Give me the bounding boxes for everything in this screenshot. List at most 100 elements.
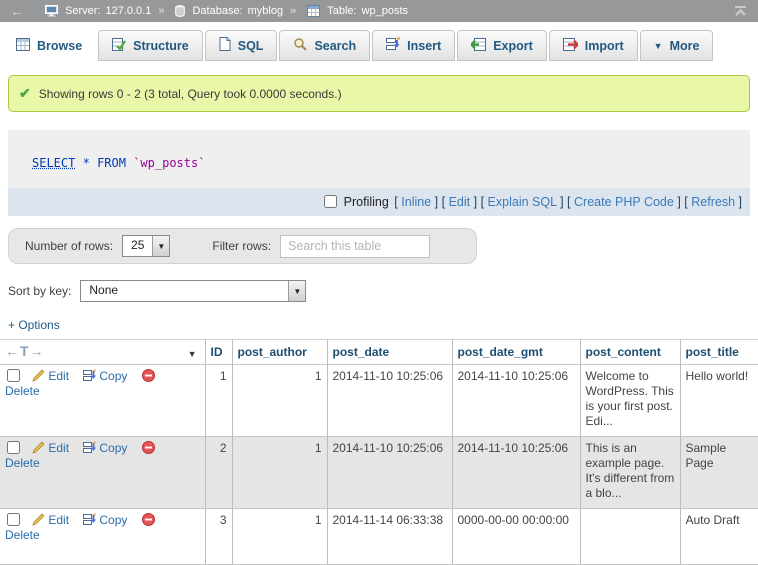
copy-row-link[interactable]: Copy	[83, 513, 127, 527]
table-row: Edit Copy Delete 2 1 2014-11-10 10:25:06…	[0, 437, 758, 509]
cell-post-title: Hello world!	[680, 365, 758, 437]
bracket: ]	[739, 195, 742, 209]
bracket: ]	[677, 195, 680, 209]
actions-header-cell: ←T→ ▼	[0, 340, 205, 365]
tab-more[interactable]: ▼ More	[640, 30, 714, 61]
number-of-rows-select[interactable]: 25 ▼	[122, 235, 170, 257]
table-row: Edit Copy Delete 1 1 2014-11-10 10:25:06…	[0, 365, 758, 437]
sort-by-key-row: Sort by key: None ▼	[8, 280, 758, 302]
edit-row-link[interactable]: Edit	[32, 441, 69, 455]
profiling-checkbox[interactable]	[324, 195, 337, 208]
number-of-rows-label: Number of rows:	[25, 239, 113, 253]
cell-post-title: Sample Page	[680, 437, 758, 509]
database-icon	[175, 5, 185, 17]
row-actions-cell: Edit Copy Delete	[0, 509, 205, 565]
copy-icon	[83, 369, 96, 382]
edit-row-link[interactable]: Edit	[32, 513, 69, 527]
chevron-down-icon: ▼	[654, 41, 663, 51]
cell-post-title: Auto Draft	[680, 509, 758, 565]
inline-link[interactable]: Inline	[401, 195, 431, 209]
filter-rows-label: Filter rows:	[212, 239, 271, 253]
cell-post-date-gmt: 2014-11-10 10:25:06	[452, 437, 580, 509]
tab-search[interactable]: Search	[279, 30, 370, 61]
copy-row-link[interactable]: Copy	[83, 369, 127, 383]
breadcrumb-database-value[interactable]: myblog	[248, 5, 283, 17]
row-checkbox[interactable]	[7, 441, 20, 454]
delete-row-link[interactable]: Delete	[5, 441, 158, 470]
column-header-post-content[interactable]: post_content	[580, 340, 680, 365]
cell-post-date-gmt: 0000-00-00 00:00:00	[452, 509, 580, 565]
cell-post-author: 1	[232, 437, 327, 509]
breadcrumb-server-label: Server:	[65, 5, 100, 17]
success-message-text: Showing rows 0 - 2 (3 total, Query took …	[39, 87, 342, 101]
success-check-icon: ✔	[19, 85, 31, 102]
delete-icon	[142, 369, 155, 382]
column-options-dropdown-icon[interactable]: ▼	[188, 347, 197, 362]
cell-post-date: 2014-11-10 10:25:06	[327, 437, 452, 509]
edit-query-link[interactable]: Edit	[449, 195, 471, 209]
create-php-code-link[interactable]: Create PHP Code	[574, 195, 674, 209]
breadcrumb-table-value[interactable]: wp_posts	[362, 5, 408, 17]
cell-post-content: This is an example page. It's different …	[580, 437, 680, 509]
column-header-id[interactable]: ID	[205, 340, 232, 365]
tab-import-label: Import	[585, 39, 624, 53]
sql-keyword-select[interactable]: SELECT	[32, 156, 75, 170]
sql-table-ref-text: `wp_posts`	[133, 156, 205, 170]
sort-by-key-select[interactable]: None ▼	[80, 280, 306, 302]
breadcrumb-separator: »	[158, 5, 164, 17]
cell-post-date: 2014-11-14 06:33:38	[327, 509, 452, 565]
copy-row-link[interactable]: Copy	[83, 441, 127, 455]
delete-row-link[interactable]: Delete	[5, 513, 158, 542]
export-icon	[471, 38, 486, 54]
breadcrumb-database-label: Database:	[192, 5, 242, 17]
column-header-post-title[interactable]: post_title	[680, 340, 758, 365]
edit-row-link[interactable]: Edit	[32, 369, 69, 383]
success-message: ✔ Showing rows 0 - 2 (3 total, Query too…	[8, 75, 750, 112]
bracket: [	[481, 195, 484, 209]
edit-pencil-icon	[32, 369, 45, 382]
search-icon	[293, 37, 307, 54]
bracket: ]	[560, 195, 563, 209]
cell-post-content: Welcome to WordPress. This is your first…	[580, 365, 680, 437]
explain-sql-link[interactable]: Explain SQL	[488, 195, 557, 209]
tab-insert-label: Insert	[407, 39, 441, 53]
sql-icon	[219, 37, 231, 54]
tab-export[interactable]: Export	[457, 30, 547, 61]
cell-post-author: 1	[232, 509, 327, 565]
insert-icon	[386, 37, 400, 54]
tab-structure-label: Structure	[133, 39, 189, 53]
query-actions-strip: Profiling [ Inline ] [ Edit ] [ Explain …	[8, 188, 750, 216]
tab-import[interactable]: Import	[549, 30, 638, 61]
row-checkbox[interactable]	[7, 369, 20, 382]
cell-post-author: 1	[232, 365, 327, 437]
options-toggle-link[interactable]: + Options	[8, 318, 60, 332]
rows-filter-bar: Number of rows: 25 ▼ Filter rows:	[8, 228, 477, 264]
column-header-post-date[interactable]: post_date	[327, 340, 452, 365]
delete-row-link[interactable]: Delete	[5, 369, 158, 398]
select-arrow-icon: ▼	[288, 281, 305, 301]
column-header-post-date-gmt[interactable]: post_date_gmt	[452, 340, 580, 365]
bracket: [	[684, 195, 687, 209]
tab-export-label: Export	[493, 39, 533, 53]
browse-icon	[16, 38, 30, 54]
cell-post-date: 2014-11-10 10:25:06	[327, 365, 452, 437]
bracket: [	[442, 195, 445, 209]
tab-structure[interactable]: Structure	[98, 30, 203, 61]
tab-sql-label: SQL	[238, 39, 264, 53]
tab-insert[interactable]: Insert	[372, 30, 455, 61]
tab-browse[interactable]: Browse	[2, 30, 96, 61]
tab-sql[interactable]: SQL	[205, 30, 278, 61]
filter-rows-input[interactable]	[280, 235, 430, 258]
back-arrow-icon[interactable]: ←	[10, 3, 24, 19]
table-tabs: Browse Structure SQL Search Insert Expor…	[0, 22, 758, 61]
horizontal-arrows-icon[interactable]: ←T→	[5, 343, 45, 359]
refresh-link[interactable]: Refresh	[691, 195, 735, 209]
collapse-top-icon[interactable]	[733, 5, 748, 17]
row-checkbox[interactable]	[7, 513, 20, 526]
sort-by-key-value: None	[81, 281, 288, 301]
breadcrumb-server-value[interactable]: 127.0.0.1	[105, 5, 151, 17]
row-actions-cell: Edit Copy Delete	[0, 365, 205, 437]
select-arrow-icon: ▼	[152, 236, 169, 256]
structure-icon	[112, 38, 126, 54]
column-header-post-author[interactable]: post_author	[232, 340, 327, 365]
